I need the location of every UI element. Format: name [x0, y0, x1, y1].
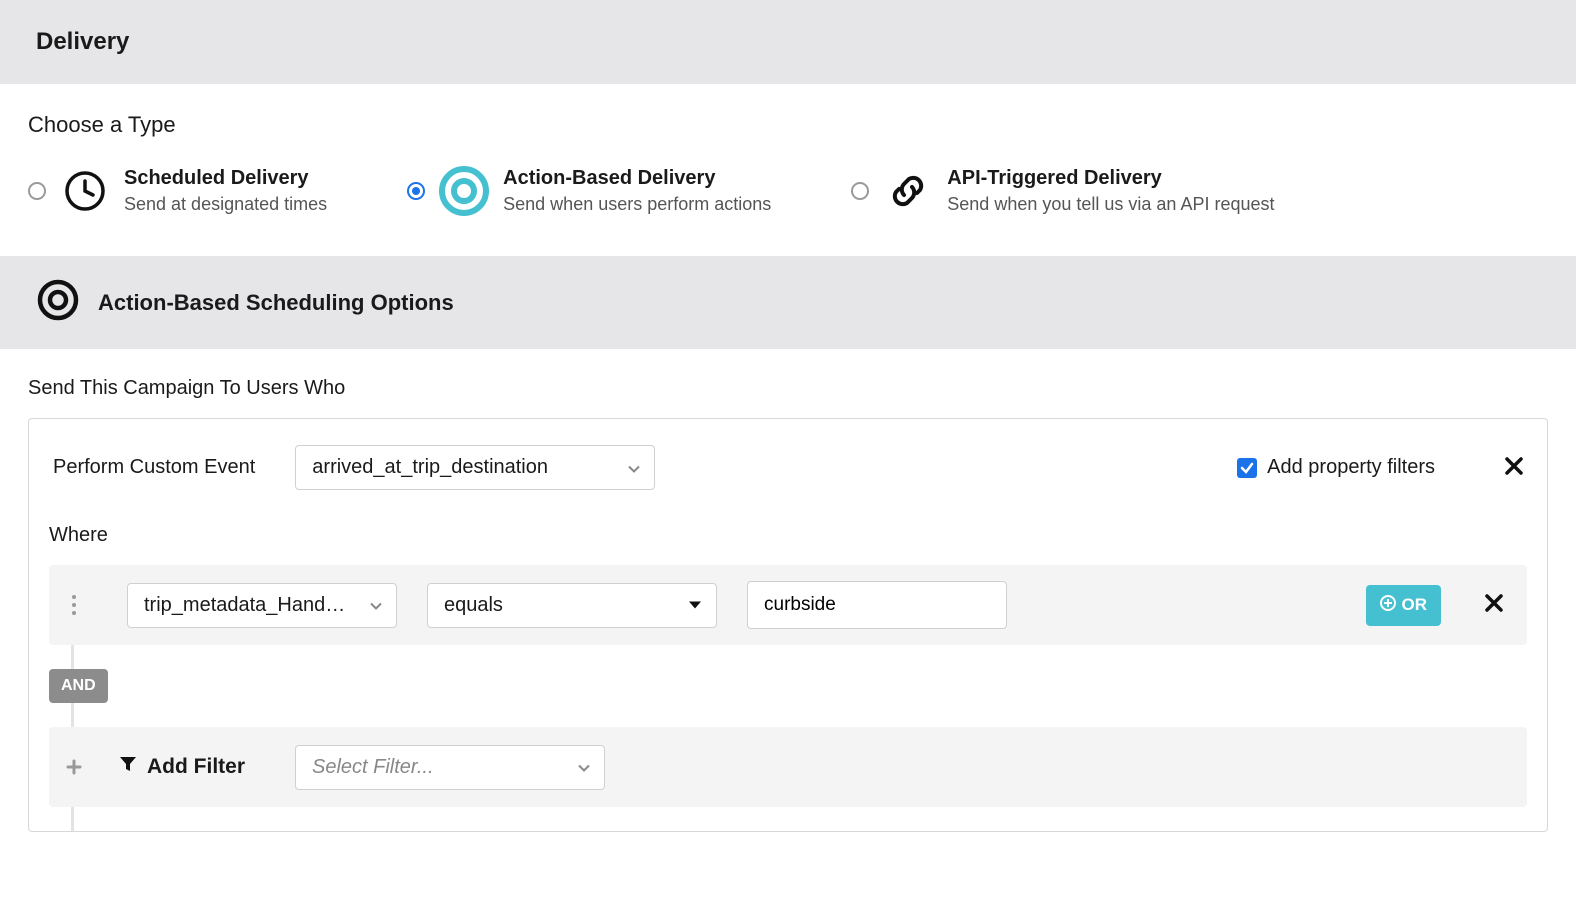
where-label: Where: [49, 524, 1527, 547]
dropdown-value: arrived_at_trip_destination: [312, 456, 548, 479]
clock-icon: [60, 166, 110, 216]
radio-api-triggered-delivery[interactable]: API-Triggered Delivery Send when you tel…: [851, 166, 1274, 216]
add-filter-row: Add Filter Select Filter...: [49, 727, 1527, 807]
radio-input[interactable]: [407, 182, 425, 200]
delivery-header: Delivery: [0, 0, 1576, 84]
caret-down-icon: [688, 594, 702, 617]
connector-line: [71, 703, 1527, 727]
choose-type-label: Choose a Type: [28, 112, 1548, 138]
radio-input[interactable]: [28, 182, 46, 200]
send-campaign-section: Send This Campaign To Users Who Perform …: [0, 349, 1576, 860]
radio-text: Action-Based Delivery Send when users pe…: [503, 167, 771, 215]
remove-filter-button[interactable]: [1485, 592, 1503, 618]
send-campaign-label: Send This Campaign To Users Who: [28, 377, 1548, 400]
remove-trigger-button[interactable]: [1505, 455, 1523, 481]
dropdown-value: trip_metadata_Hand…: [144, 594, 345, 617]
dropdown-placeholder: Select Filter...: [312, 756, 434, 779]
radio-title: Scheduled Delivery: [124, 167, 327, 190]
caret-down-icon: [628, 456, 640, 479]
funnel-icon: [119, 755, 137, 779]
choose-type-section: Choose a Type Scheduled Delivery Send at…: [0, 84, 1576, 256]
or-button-label: OR: [1402, 595, 1428, 615]
radio-action-based-delivery[interactable]: Action-Based Delivery Send when users pe…: [407, 166, 771, 216]
delivery-title: Delivery: [36, 28, 1540, 56]
filter-operator-dropdown[interactable]: equals: [427, 583, 717, 628]
add-or-button[interactable]: OR: [1366, 585, 1442, 626]
connector-line: [71, 807, 1527, 831]
link-icon: [883, 166, 933, 216]
filter-property-dropdown[interactable]: trip_metadata_Hand…: [127, 583, 397, 628]
add-property-filters-toggle[interactable]: Add property filters: [1237, 456, 1435, 479]
radio-input[interactable]: [851, 182, 869, 200]
and-badge: AND: [49, 669, 108, 703]
add-filter-plus-button[interactable]: [49, 727, 99, 807]
radio-scheduled-delivery[interactable]: Scheduled Delivery Send at designated ti…: [28, 166, 327, 216]
radio-desc: Send at designated times: [124, 194, 327, 215]
radio-desc: Send when you tell us via an API request: [947, 194, 1274, 215]
target-icon: [36, 278, 80, 327]
scheduling-options-title: Action-Based Scheduling Options: [98, 290, 454, 316]
radio-desc: Send when users perform actions: [503, 194, 771, 215]
connector-line: [71, 645, 1527, 669]
add-filter-text: Add Filter: [147, 755, 245, 779]
property-filter-row: trip_metadata_Hand… equals: [49, 565, 1527, 645]
checkbox-checked-icon[interactable]: [1237, 458, 1257, 478]
target-icon: [439, 166, 489, 216]
caret-down-icon: [578, 756, 590, 779]
radio-text: Scheduled Delivery Send at designated ti…: [124, 167, 327, 215]
filter-controls: trip_metadata_Hand… equals: [127, 567, 1441, 643]
plus-circle-icon: [1380, 595, 1396, 616]
radio-title: API-Triggered Delivery: [947, 167, 1274, 190]
radio-title: Action-Based Delivery: [503, 167, 771, 190]
checkbox-label: Add property filters: [1267, 456, 1435, 479]
select-filter-dropdown[interactable]: Select Filter...: [295, 745, 605, 790]
trigger-rule-card: Perform Custom Event arrived_at_trip_des…: [28, 418, 1548, 832]
perform-event-row: Perform Custom Event arrived_at_trip_des…: [49, 439, 1527, 496]
filter-value-input[interactable]: [747, 581, 1007, 629]
perform-event-label: Perform Custom Event: [53, 456, 255, 479]
radio-text: API-Triggered Delivery Send when you tel…: [947, 167, 1274, 215]
caret-down-icon: [370, 594, 382, 617]
custom-event-dropdown[interactable]: arrived_at_trip_destination: [295, 445, 655, 490]
scheduling-options-header: Action-Based Scheduling Options: [0, 256, 1576, 349]
drag-handle-icon[interactable]: [49, 565, 99, 645]
delivery-type-radio-group: Scheduled Delivery Send at designated ti…: [28, 166, 1548, 216]
add-filter-label: Add Filter: [119, 755, 275, 779]
dropdown-value: equals: [444, 594, 503, 617]
